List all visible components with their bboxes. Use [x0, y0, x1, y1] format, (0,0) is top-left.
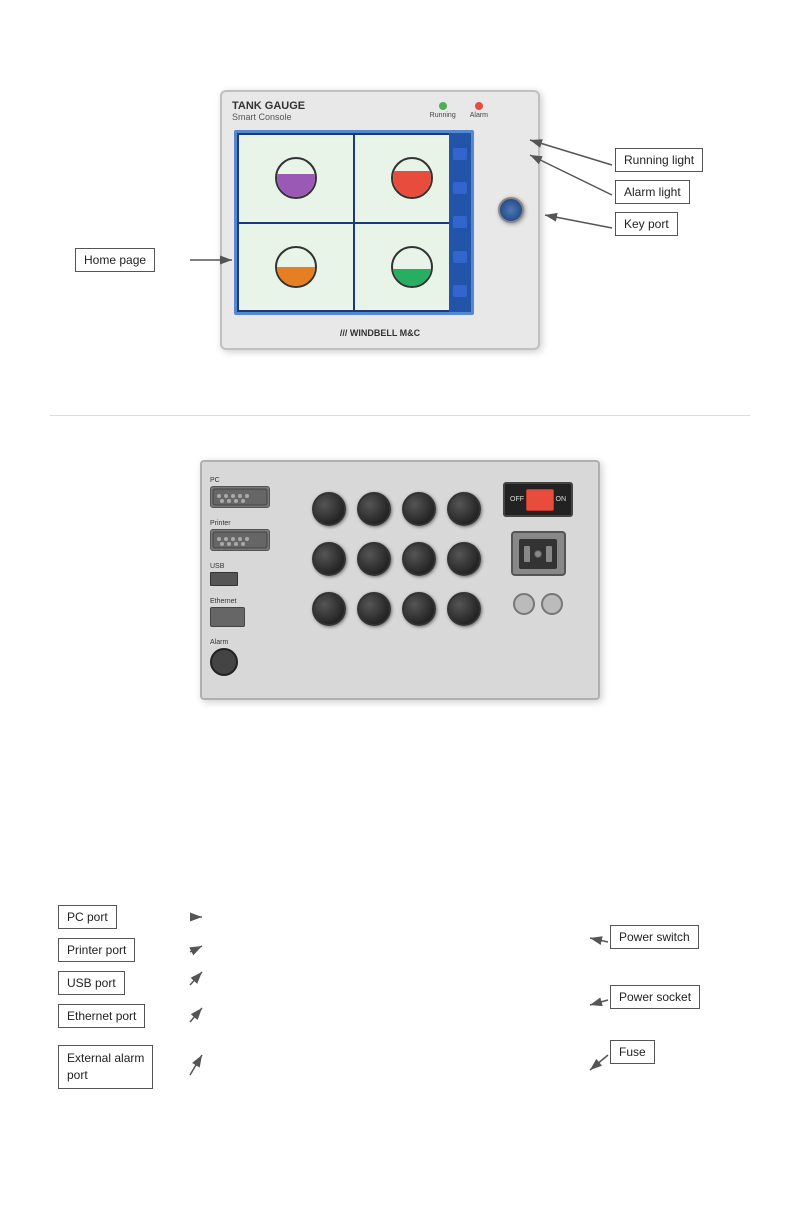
- power-socket-connector[interactable]: [511, 531, 566, 576]
- bottom-section: PC Print: [0, 430, 800, 790]
- screen-btn-5[interactable]: [453, 285, 467, 297]
- pc-port-area: PC: [210, 477, 300, 508]
- round-btn-5[interactable]: [312, 542, 346, 576]
- alarm-port-label-internal: Alarm: [210, 639, 300, 646]
- printer-port-connector[interactable]: [210, 529, 270, 551]
- running-label: Running: [430, 112, 456, 119]
- top-section: TANK GAUGE Smart Console Running Alarm: [0, 60, 800, 400]
- right-components: OFF ON: [488, 482, 588, 618]
- fuse-circle-1: [513, 593, 535, 615]
- home-page-label: Home page: [75, 248, 155, 272]
- round-btn-10[interactable]: [357, 592, 391, 626]
- socket-pin-right: [546, 546, 552, 562]
- gauge-purple: [275, 157, 317, 199]
- ethernet-port-label: Ethernet port: [58, 1004, 145, 1028]
- round-btn-9[interactable]: [312, 592, 346, 626]
- gauge-orange: [275, 246, 317, 288]
- fuse-holder[interactable]: [513, 590, 563, 618]
- printer-port-label: Printer port: [58, 938, 135, 962]
- usb-port-label-internal: USB: [210, 563, 300, 570]
- usb-port-area: USB: [210, 563, 300, 586]
- brand-label: /// WINDBELL M&C: [340, 328, 420, 338]
- pc-port-label: PC port: [58, 905, 117, 929]
- quadrant-bottom-left: [239, 224, 353, 311]
- button-grid: [302, 482, 492, 642]
- db9-printer-svg: [211, 530, 269, 550]
- ethernet-port-label-internal: Ethernet: [210, 598, 300, 605]
- socket-inner: [519, 539, 557, 569]
- usb-port-label: USB port: [58, 971, 125, 995]
- round-btn-12[interactable]: [447, 592, 481, 626]
- power-socket-label: Power socket: [610, 985, 700, 1009]
- printer-port-area: Printer: [210, 520, 300, 551]
- screen-btn-1[interactable]: [453, 148, 467, 160]
- round-btn-8[interactable]: [447, 542, 481, 576]
- pc-port-connector[interactable]: [210, 486, 270, 508]
- section-divider: [50, 415, 750, 416]
- round-btn-3[interactable]: [402, 492, 436, 526]
- switch-off-label: OFF: [510, 496, 524, 503]
- socket-ground: [534, 550, 542, 558]
- power-switch-label: Power switch: [610, 925, 699, 949]
- ports-left: PC Print: [210, 477, 300, 676]
- screen[interactable]: [234, 130, 474, 315]
- alarm-label: Alarm: [470, 112, 488, 119]
- external-alarm-port-label: External alarmport: [58, 1045, 153, 1089]
- round-btn-7[interactable]: [402, 542, 436, 576]
- round-btn-1[interactable]: [312, 492, 346, 526]
- switch-on-label: ON: [556, 496, 567, 503]
- fuse-circle-2: [541, 593, 563, 615]
- socket-pin-left: [524, 546, 530, 562]
- running-light-label: Running light: [615, 148, 703, 172]
- quadrant-top-left: [239, 135, 353, 222]
- round-btn-6[interactable]: [357, 542, 391, 576]
- gauge-red: [391, 157, 433, 199]
- indicator-row: Running Alarm: [430, 102, 488, 119]
- alarm-port-area: Alarm: [210, 639, 300, 676]
- round-btn-2[interactable]: [357, 492, 391, 526]
- key-port-button[interactable]: [498, 197, 524, 223]
- gauge-green: [391, 246, 433, 288]
- round-btn-11[interactable]: [402, 592, 436, 626]
- alarm-port-connector[interactable]: [210, 648, 238, 676]
- screen-sidebar: [449, 133, 471, 312]
- usb-port-connector[interactable]: [210, 572, 238, 586]
- db9-pc-svg: [211, 487, 269, 507]
- fuse-label: Fuse: [610, 1040, 655, 1064]
- alarm-light-label: Alarm light: [615, 180, 690, 204]
- key-port-label: Key port: [615, 212, 678, 236]
- running-light-dot: [439, 102, 447, 110]
- power-switch[interactable]: OFF ON: [503, 482, 573, 517]
- panel-header: TANK GAUGE Smart Console: [222, 92, 538, 126]
- screen-btn-2[interactable]: [453, 182, 467, 194]
- printer-port-label-internal: Printer: [210, 520, 300, 527]
- back-panel: PC Print: [200, 460, 600, 700]
- pc-port-label-internal: PC: [210, 477, 300, 484]
- ethernet-port-area: Ethernet: [210, 598, 300, 627]
- alarm-light-dot: [475, 102, 483, 110]
- front-panel: TANK GAUGE Smart Console Running Alarm: [220, 90, 540, 350]
- switch-toggle[interactable]: [526, 489, 554, 511]
- alarm-indicator: Alarm: [470, 102, 488, 119]
- screen-btn-3[interactable]: [453, 216, 467, 228]
- round-btn-4[interactable]: [447, 492, 481, 526]
- screen-btn-4[interactable]: [453, 251, 467, 263]
- ethernet-port-connector[interactable]: [210, 607, 245, 627]
- running-indicator: Running: [430, 102, 456, 119]
